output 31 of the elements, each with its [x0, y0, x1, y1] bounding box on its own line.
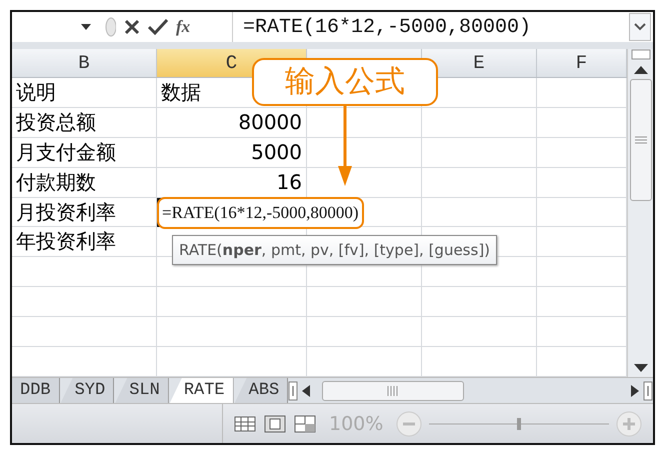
page-layout-icon[interactable]: [263, 414, 287, 434]
table-cell: 月投资利率: [12, 198, 157, 228]
formula-field[interactable]: =RATE(16*12,-5000,80000): [233, 16, 629, 38]
sheet-tab[interactable]: ABS: [234, 378, 288, 403]
grid-view-icon[interactable]: [233, 414, 257, 434]
table-cell: 80000: [157, 108, 307, 138]
table-cell: 5000: [157, 138, 307, 168]
sheet-tab[interactable]: DDB: [12, 378, 60, 403]
insert-function-button[interactable]: fx: [176, 17, 190, 37]
scrollbar-thumb[interactable]: [630, 79, 652, 201]
table-cell: 说明: [12, 78, 157, 108]
page-break-icon[interactable]: [293, 414, 317, 434]
cell-formula-input[interactable]: =RATE(16*12,-5000,80000): [157, 196, 364, 229]
table-cell: 付款期数: [12, 168, 157, 198]
table-cell: 年投资利率: [12, 227, 157, 258]
close-icon[interactable]: [124, 19, 140, 35]
table-cell: 月支付金额: [12, 138, 157, 168]
callout-tooltip: 输入公式: [252, 58, 438, 106]
split-handle-icon[interactable]: [288, 380, 298, 400]
function-tooltip: RATE(nper, pmt, pv, [fv], [type], [guess]): [172, 235, 498, 266]
scrollbar-thumb[interactable]: [322, 380, 464, 400]
sheet-tab[interactable]: SYD: [60, 378, 114, 403]
split-handle-icon[interactable]: [630, 49, 652, 61]
sheet-tab[interactable]: RATE: [170, 378, 234, 403]
arrow-icon: [337, 106, 353, 186]
split-handle-icon[interactable]: [643, 380, 653, 400]
dropdown-arrow-icon[interactable]: [80, 23, 92, 31]
checkmark-icon[interactable]: [148, 19, 168, 35]
table-cell: 投资总额: [12, 108, 157, 138]
sheet-tab[interactable]: SLN: [115, 378, 169, 403]
slider-thumb[interactable]: [517, 418, 522, 430]
